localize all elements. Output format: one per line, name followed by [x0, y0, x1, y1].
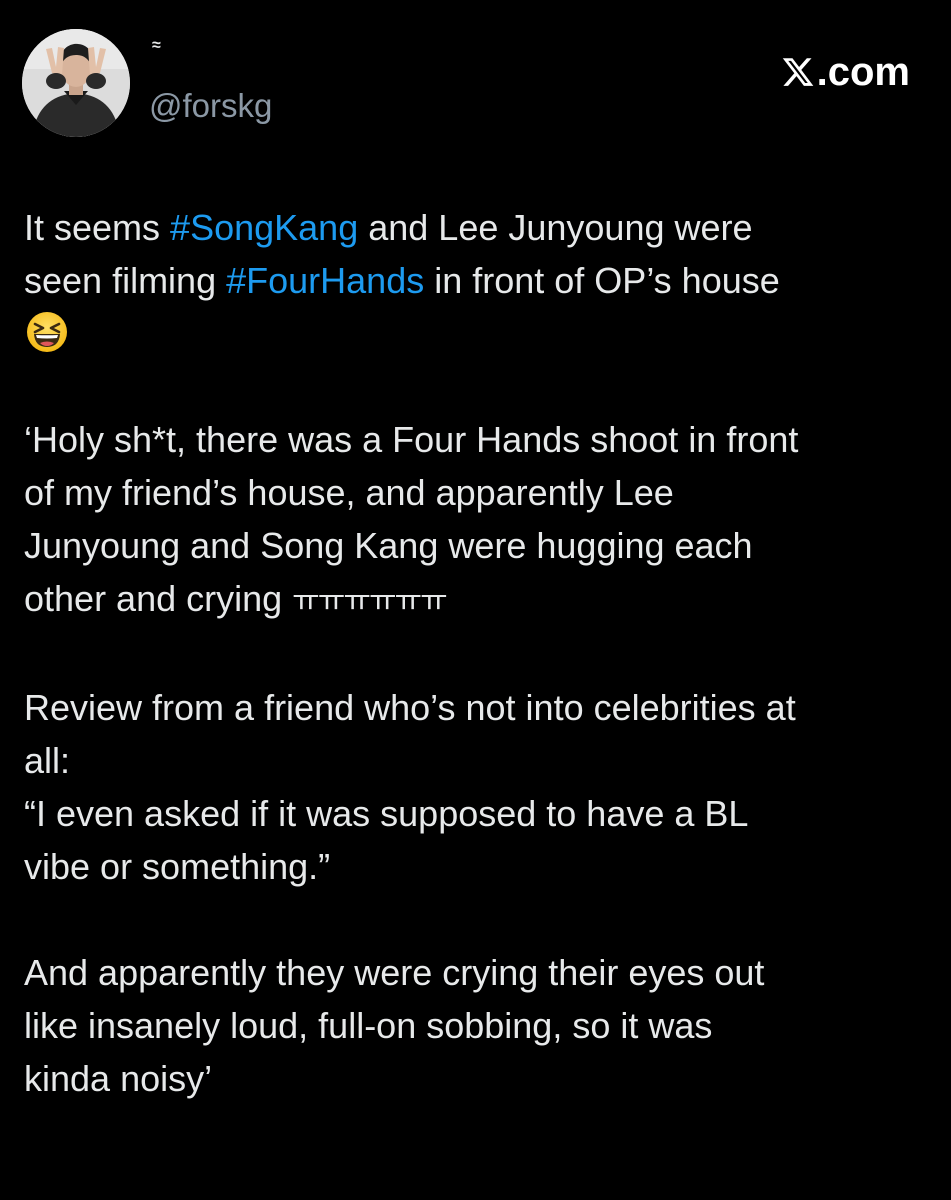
crying-jamo-text: ㅠㅠㅠㅠㅠㅠ [292, 585, 448, 618]
text-span: It seems [24, 207, 171, 248]
paragraph-3: Review from a friend who’s not into cele… [24, 681, 929, 893]
text-span: other and crying [24, 578, 293, 619]
avatar[interactable] [22, 29, 130, 137]
text-line: Junyoung and Song Kang were hugging each [24, 525, 753, 566]
text-line: “I even asked if it was supposed to have… [24, 793, 749, 834]
text-line: vibe or something.” [24, 846, 331, 887]
text-line: kinda noisy’ [24, 1058, 213, 1099]
text-line: And apparently they were crying their ey… [24, 952, 765, 993]
text-span: and Lee Junyoung were [358, 207, 753, 248]
text-line [24, 307, 929, 360]
text-line: of my friend’s house, and apparently Lee [24, 472, 674, 513]
tweet-header: ≈ @forskg .com [0, 0, 951, 150]
tweet-text: It seems #SongKang and Lee Junyoung were… [24, 201, 929, 1105]
text-span: seen filming [24, 260, 227, 301]
x-logo-icon [782, 58, 813, 86]
paragraph-4: And apparently they were crying their ey… [24, 946, 929, 1105]
text-line: It seems #SongKang and Lee Junyoung were [24, 201, 929, 254]
brand-watermark: .com [781, 50, 910, 94]
text-line: ‘Holy sh*t, there was a Four Hands shoot… [24, 419, 799, 460]
text-line: other and crying ㅠㅠㅠㅠㅠㅠ [24, 572, 929, 628]
text-line: seen filming #FourHands in front of OP’s… [24, 254, 929, 307]
text-span: in front of OP’s house [424, 260, 780, 301]
text-line: Review from a friend who’s not into cele… [24, 687, 796, 728]
paragraph-1: It seems #SongKang and Lee Junyoung were… [24, 201, 929, 360]
grinning-squinting-face-icon [27, 312, 67, 352]
user-handle[interactable]: @forskg [149, 86, 272, 126]
hashtag-link-songkang[interactable]: #SongKang [170, 207, 358, 248]
paragraph-2: ‘Holy sh*t, there was a Four Hands shoot… [24, 413, 929, 628]
profile-photo-icon [22, 29, 130, 137]
brand-text: .com [816, 50, 910, 94]
text-line: like insanely loud, full-on sobbing, so … [24, 1005, 713, 1046]
display-name[interactable]: ≈ [152, 38, 161, 54]
hashtag-link-fourhands[interactable]: #FourHands [226, 260, 424, 301]
text-line: all: [24, 740, 71, 781]
